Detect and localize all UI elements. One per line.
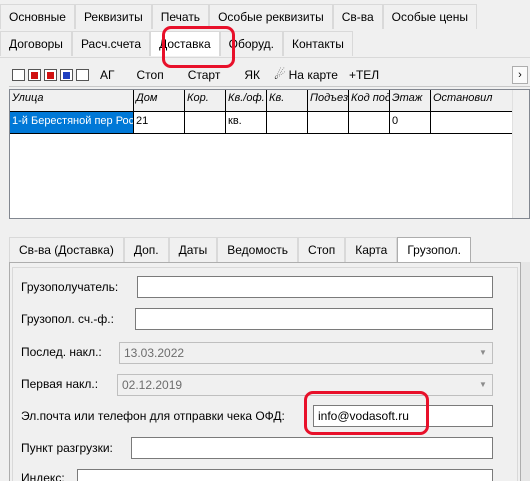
cell-street[interactable]: 1-й Берестяной пер Рос <box>10 112 134 134</box>
form-scrollbar[interactable] <box>521 262 530 481</box>
index-label: Индекс: <box>21 471 65 481</box>
cell-apt-type[interactable]: кв. <box>226 112 267 134</box>
first-invoice-label: Первая накл.: <box>21 377 99 391</box>
satellite-icon: ☄ <box>273 67 286 82</box>
on-map-button[interactable]: ☄ На карте <box>274 67 338 83</box>
cell-apt[interactable] <box>267 112 308 134</box>
delete-record-icon[interactable] <box>28 69 41 81</box>
first-invoice-field[interactable]: 02.12.2019 ▼ <box>117 374 493 396</box>
chevron-down-icon[interactable]: ▼ <box>475 344 491 362</box>
cell-floor[interactable]: 0 <box>390 112 431 134</box>
ag-button[interactable]: АГ <box>100 68 115 82</box>
tab-special-requisites[interactable]: Особые реквизиты <box>209 4 333 29</box>
consignee-field[interactable] <box>137 276 493 298</box>
subtab-statement[interactable]: Ведомость <box>217 237 299 262</box>
on-map-label: На карте <box>288 68 338 82</box>
cell-building[interactable] <box>185 112 226 134</box>
add-tel-button[interactable]: +ТЕЛ <box>349 68 379 82</box>
ofd-email-label: Эл.почта или телефон для отправки чека О… <box>21 409 285 423</box>
subtab-consignee[interactable]: Грузопол. <box>397 237 471 262</box>
tab-divider <box>0 57 530 58</box>
col-apt[interactable]: Кв. <box>267 90 308 112</box>
tab-contacts[interactable]: Контакты <box>283 31 353 56</box>
col-house[interactable]: Дом <box>134 90 185 112</box>
yk-button[interactable]: ЯК <box>244 68 260 82</box>
subtab-stop[interactable]: Стоп <box>298 237 346 262</box>
chevron-down-icon[interactable]: ▼ <box>475 376 491 394</box>
last-invoice-label: Послед. накл.: <box>21 345 102 359</box>
unload-point-field[interactable] <box>131 437 493 459</box>
col-street[interactable]: Улица <box>10 90 134 112</box>
delete-all-icon[interactable] <box>44 69 57 81</box>
tab-contracts[interactable]: Договоры <box>0 31 72 56</box>
address-grid: Улица Дом Кор. Кв./оф. Кв. Подъезд Код п… <box>9 89 530 219</box>
consignee-panel: Грузополучатель: Грузопол. сч.-ф.: После… <box>9 263 521 481</box>
col-floor[interactable]: Этаж <box>390 90 431 112</box>
subtab-dates[interactable]: Даты <box>168 237 218 262</box>
col-entrance-code[interactable]: Код под <box>349 90 390 112</box>
cell-entrance-code[interactable] <box>349 112 390 134</box>
subtab-extra[interactable]: Доп. <box>123 237 169 262</box>
col-entrance[interactable]: Подъезд <box>308 90 349 112</box>
subtab-map[interactable]: Карта <box>345 237 398 262</box>
subtab-delivery-props[interactable]: Св-ва (Доставка) <box>9 237 124 262</box>
consignee-group: Грузополучатель: Грузопол. сч.-ф.: После… <box>12 267 518 481</box>
main-tabs-row1: Основные Реквизиты Печать Особые реквизи… <box>0 4 477 29</box>
tab-main[interactable]: Основные <box>0 4 75 29</box>
col-apt-type[interactable]: Кв./оф. <box>226 90 267 112</box>
delivery-subtabs: Св-ва (Доставка) Доп. Даты Ведомость Сто… <box>9 237 471 262</box>
table-row[interactable]: 1-й Берестяной пер Рос 21 кв. 0 <box>10 112 529 134</box>
index-field[interactable] <box>77 469 493 481</box>
tab-requisites[interactable]: Реквизиты <box>74 4 152 29</box>
col-building[interactable]: Кор. <box>185 90 226 112</box>
cell-house[interactable]: 21 <box>134 112 185 134</box>
tab-properties[interactable]: Св-ва <box>332 4 383 29</box>
delivery-toolbar: АГ Стоп Старт ЯК ☄ На карте +ТЕЛ › <box>9 64 530 87</box>
first-invoice-value: 02.12.2019 <box>122 378 183 392</box>
invoice-consignee-field[interactable] <box>135 308 493 330</box>
main-tabs-row2: Договоры Расч.счета Доставка Оборуд. Кон… <box>0 31 353 56</box>
grid-header: Улица Дом Кор. Кв./оф. Кв. Подъезд Код п… <box>10 90 529 112</box>
invoice-consignee-label: Грузопол. сч.-ф.: <box>21 312 114 326</box>
ofd-email-field[interactable]: info@vodasoft.ru <box>313 405 493 427</box>
tab-print[interactable]: Печать <box>151 4 210 29</box>
consignee-label: Грузополучатель: <box>21 280 119 294</box>
unload-point-label: Пункт разгрузки: <box>21 441 113 455</box>
last-invoice-field[interactable]: 13.03.2022 ▼ <box>119 342 493 364</box>
find-icon[interactable] <box>76 69 89 81</box>
tab-delivery[interactable]: Доставка <box>150 31 220 56</box>
add-record-icon[interactable] <box>60 69 73 81</box>
tab-special-prices[interactable]: Особые цены <box>382 4 477 29</box>
grid-scrollbar[interactable] <box>512 90 529 218</box>
last-invoice-value: 13.03.2022 <box>124 346 185 360</box>
chevron-right-icon[interactable]: › <box>512 66 528 84</box>
cell-entrance[interactable] <box>308 112 349 134</box>
list-icon[interactable] <box>12 69 25 81</box>
tab-bank-accounts[interactable]: Расч.счета <box>71 31 151 56</box>
start-button[interactable]: Старт <box>188 68 221 82</box>
stop-button[interactable]: Стоп <box>137 68 164 82</box>
tab-equipment[interactable]: Оборуд. <box>219 31 284 56</box>
